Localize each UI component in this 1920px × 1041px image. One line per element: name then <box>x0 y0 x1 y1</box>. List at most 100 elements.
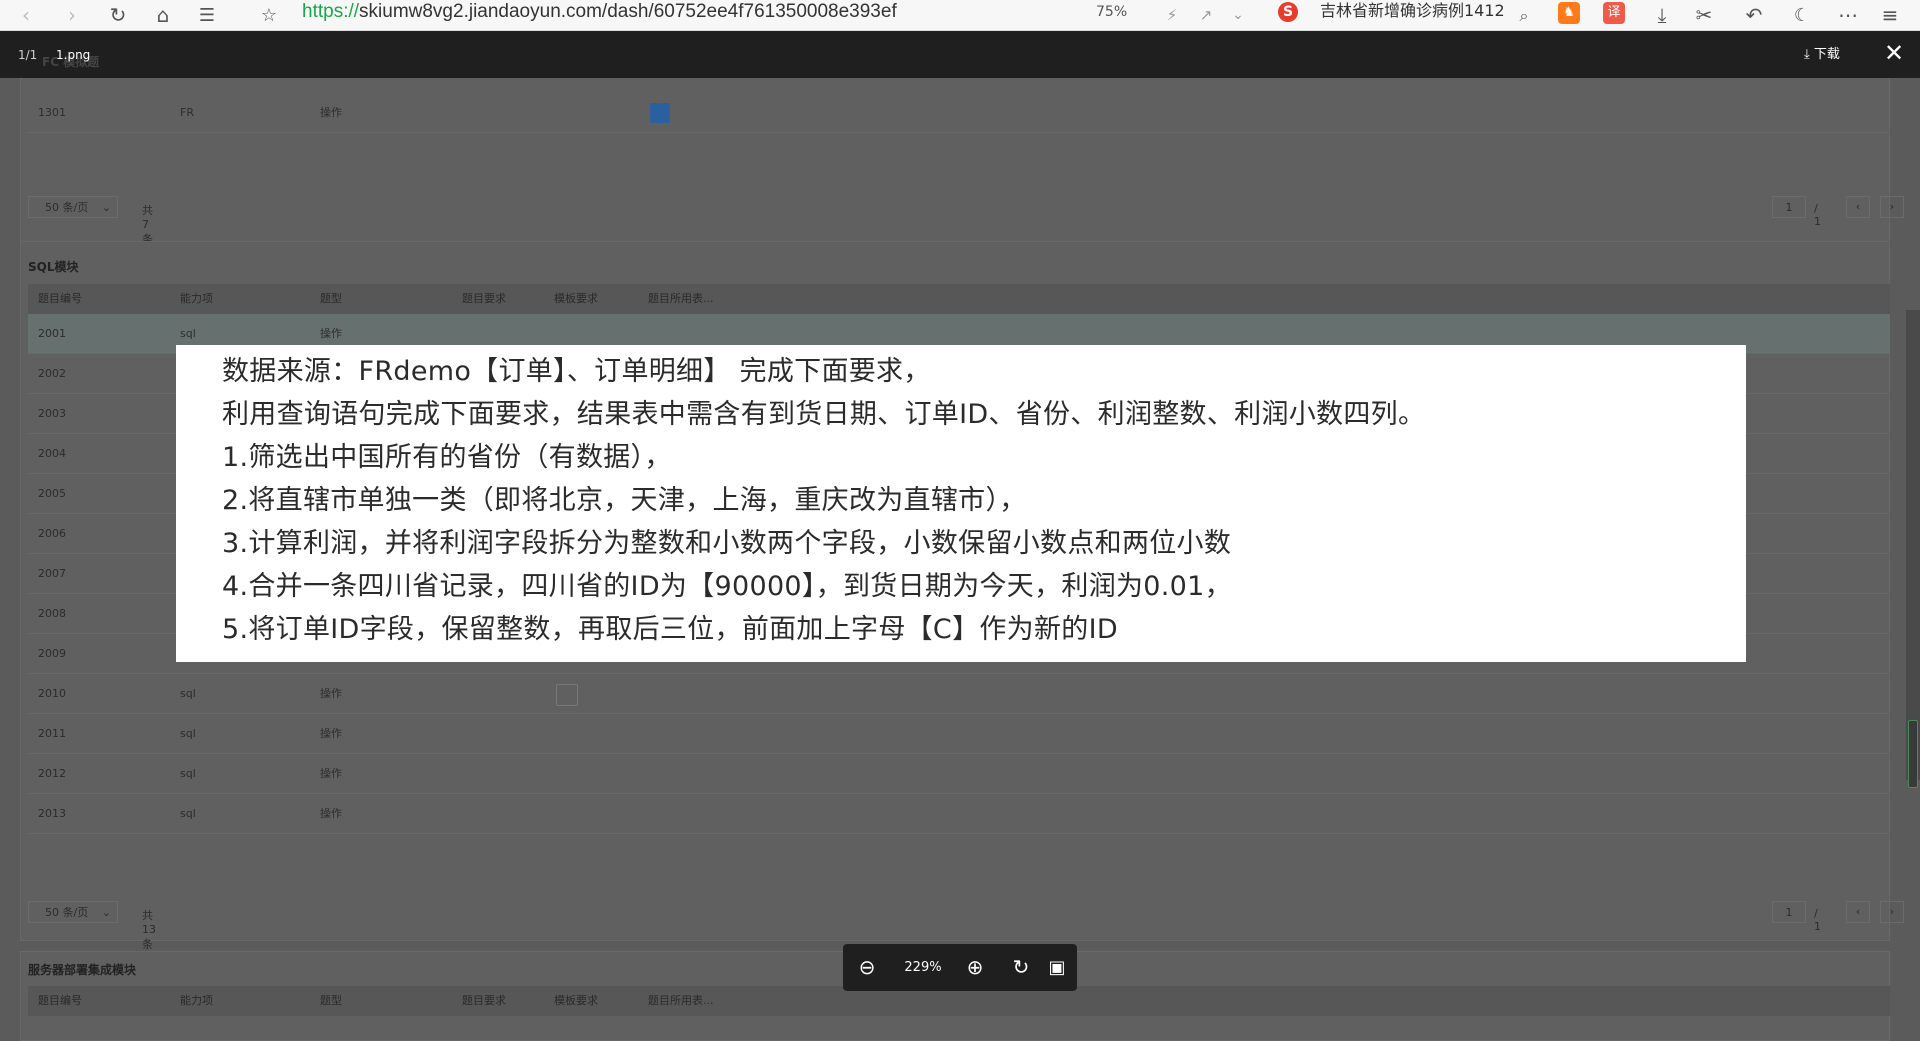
arrow-right-icon[interactable]: › <box>60 0 84 31</box>
cell-type: 操作 <box>320 767 342 780</box>
table-row[interactable]: 2010 sql 操作 <box>28 674 1890 714</box>
table-row[interactable]: 2012 sql 操作 <box>28 754 1890 794</box>
column-header[interactable]: 能力项 <box>180 986 213 1016</box>
cell-type: 操作 <box>320 106 342 119</box>
download-icon: ⤓ <box>1804 47 1810 62</box>
image-text-line: 利用查询语句完成下面要求，结果表中需含有到货日期、订单ID、省份、利润整数、利润… <box>222 399 1426 430</box>
cell-type: 操作 <box>320 687 342 700</box>
cell-ability: sql <box>180 727 196 740</box>
star-icon[interactable]: ☆ <box>256 0 282 31</box>
column-header: 题目所用表... <box>648 994 714 1007</box>
column-header[interactable]: 题目编号 <box>38 284 82 314</box>
cell-id: 2011 <box>38 727 66 740</box>
cell-id: 2004 <box>38 447 66 460</box>
cell-type: 操作 <box>320 727 342 740</box>
table-row[interactable]: 2013 sql 操作 <box>28 794 1890 834</box>
cell-id: 2006 <box>38 527 66 540</box>
next-page-button[interactable]: › <box>1880 901 1904 923</box>
page-size-select[interactable]: 50 条/页 ⌄ <box>28 196 118 218</box>
column-header: 题目要求 <box>462 994 506 1007</box>
hot-search-text[interactable]: 吉林省新增确诊病例1412 <box>1320 0 1505 22</box>
column-header: 题目要求 <box>462 292 506 305</box>
cell-id: 1301 <box>38 106 66 119</box>
column-header[interactable]: 题型 <box>320 284 342 314</box>
rotate-icon[interactable]: ↻ <box>1007 944 1035 991</box>
table-row[interactable]: 2011 sql 操作 <box>28 714 1890 754</box>
image-counter: 1/1 <box>18 48 38 62</box>
table-row: 1301 FR 操作 <box>28 93 1890 133</box>
search-icon[interactable]: ⌕ <box>1514 0 1534 31</box>
cell-id: 2005 <box>38 487 66 500</box>
cell-id: 2003 <box>38 407 66 420</box>
cell-id: 2002 <box>38 367 66 380</box>
page-size-select[interactable]: 50 条/页 ⌄ <box>28 901 118 923</box>
lightning-icon[interactable]: ⚡ <box>1162 0 1182 31</box>
cell-id: 2010 <box>38 687 66 700</box>
image-icon[interactable]: ▣ <box>1043 944 1071 991</box>
column-header: 题目所用表... <box>648 292 714 305</box>
cell-id: 2008 <box>38 607 66 620</box>
book-icon[interactable]: ☰ <box>194 0 220 31</box>
translate-icon[interactable]: 译 <box>1603 2 1625 24</box>
home-icon[interactable]: ⌂ <box>150 0 176 31</box>
scrollbar-thumb[interactable] <box>1908 720 1918 788</box>
column-header[interactable]: 题型 <box>320 986 342 1016</box>
image-text-line: 数据来源：FRdemo【订单】、订单明细】 完成下面要求， <box>222 356 931 387</box>
column-header[interactable]: 能力项 <box>180 284 213 314</box>
menu-icon[interactable]: ≡ <box>1878 0 1902 31</box>
page-number[interactable]: 1 <box>1772 901 1806 923</box>
image-viewer-bar: FC 模拟题 1/1 1.png ⤓ 下载 ✕ <box>0 31 1920 78</box>
image-text-line: 1.筛选出中国所有的省份（有数据）， <box>222 442 672 473</box>
column-header[interactable]: 题目编号 <box>38 986 82 1016</box>
chevron-down-icon[interactable]: ⌄ <box>1228 0 1248 31</box>
page-total: / 1 <box>1814 202 1821 228</box>
chevron-down-icon: ⌄ <box>101 906 111 919</box>
image-text-line: 5.将订单ID字段，保留整数，再取后三位，前面加上字母【C】作为新的ID <box>222 614 1118 645</box>
zoom-out-icon[interactable]: ⊖ <box>853 944 881 991</box>
reload-icon[interactable]: ↻ <box>106 0 130 31</box>
download-label: 下载 <box>1813 47 1840 62</box>
download-button[interactable]: ⤓ 下载 <box>1804 45 1840 65</box>
server-section-title: 服务器部署集成模块 <box>28 963 137 977</box>
scissors-icon[interactable]: ✂ <box>1692 0 1716 31</box>
image-text-line: 3.计算利润，并将利润字段拆分为整数和小数两个字段，小数保留小数点和两位小数 <box>222 528 1232 559</box>
url-text: skiumw8vg2.jiandaoyun.com/dash/60752ee4f… <box>359 1 897 22</box>
cell-id: 2012 <box>38 767 66 780</box>
page-size-label: 50 条/页 <box>45 906 89 919</box>
zoom-in-icon[interactable]: ⊕ <box>961 944 989 991</box>
image-text-line: 4.合并一条四川省记录，四川省的ID为【90000】，到货日期为今天，利润为0.… <box>222 571 1232 602</box>
chevron-down-icon: ⌄ <box>101 201 111 214</box>
prev-page-button[interactable]: ‹ <box>1846 196 1870 218</box>
arrow-left-icon[interactable]: ‹ <box>14 0 38 31</box>
cell-id: 2009 <box>38 647 66 660</box>
column-header: 模板要求 <box>554 292 598 305</box>
viewed-image[interactable]: 数据来源：FRdemo【订单】、订单明细】 完成下面要求， 利用查询语句完成下面… <box>176 345 1746 662</box>
browser-zoom-level[interactable]: 75% <box>1096 0 1127 24</box>
cell-ability: sql <box>180 687 196 700</box>
moon-icon[interactable]: ☾ <box>1790 0 1814 31</box>
undo-icon[interactable]: ↶ <box>1742 0 1766 31</box>
prev-page-button[interactable]: ‹ <box>1846 901 1870 923</box>
address-bar[interactable]: https://skiumw8vg2.jiandaoyun.com/dash/6… <box>302 0 897 24</box>
sql-section-title: SQL模块 <box>28 260 79 274</box>
share-icon[interactable]: ↗ <box>1196 0 1216 31</box>
download-manager-icon[interactable]: ⤓ <box>1650 0 1674 31</box>
page-size-label: 50 条/页 <box>45 201 89 214</box>
cell-ability: sql <box>180 807 196 820</box>
cell-ability: sql <box>180 767 196 780</box>
game-icon[interactable]: ♞ <box>1558 2 1580 24</box>
close-icon[interactable]: ✕ <box>1884 41 1904 65</box>
zoom-percent: 229% <box>904 960 942 975</box>
more-icon[interactable]: ⋯ <box>1836 0 1860 31</box>
total-count: 共13条 <box>142 909 156 951</box>
image-thumbnail <box>556 684 578 706</box>
next-page-button[interactable]: › <box>1880 196 1904 218</box>
page-number[interactable]: 1 <box>1772 196 1806 218</box>
sogou-icon[interactable]: S <box>1278 2 1298 22</box>
image-filename: 1.png <box>56 48 91 62</box>
cell-id: 2013 <box>38 807 66 820</box>
browser-toolbar: ‹ › ↻ ⌂ ☰ ☆ https://skiumw8vg2.jiandaoyu… <box>0 0 1920 31</box>
cell-id: 2007 <box>38 567 66 580</box>
page-scrollbar[interactable] <box>1906 310 1920 780</box>
sql-table-header: 题目编号 能力项 题型 题目要求 模板要求 题目所用表... <box>28 284 1890 314</box>
